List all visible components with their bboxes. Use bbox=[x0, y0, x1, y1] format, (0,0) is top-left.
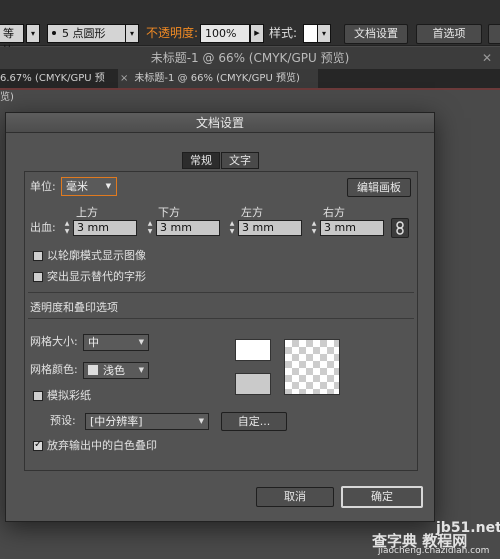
opacity-label[interactable]: 不透明度: bbox=[146, 24, 198, 43]
prefs-button[interactable]: 首选项 bbox=[416, 24, 482, 44]
transparency-grid-preview bbox=[284, 339, 340, 395]
custom-button[interactable]: 自定... bbox=[221, 412, 287, 431]
chain-link-icon bbox=[396, 221, 404, 235]
window-title-bar: 未标题-1 @ 66% (CMYK/GPU 预览) ✕ bbox=[0, 47, 500, 69]
cancel-button[interactable]: 取消 bbox=[256, 487, 334, 507]
highlight-glyphs-checkbox[interactable] bbox=[33, 272, 43, 282]
grid-color-dropdown[interactable]: 浅色 ▼ bbox=[83, 362, 149, 379]
section-divider bbox=[28, 318, 414, 319]
chevron-down-icon: ▼ bbox=[198, 417, 204, 425]
document-tabs: 6.67% (CMYK/GPU 预览) × 未标题-1 @ 66% (CMYK/G… bbox=[0, 69, 500, 103]
grid-size-label: 网格大小: bbox=[30, 335, 78, 348]
brush-dot-icon bbox=[52, 31, 56, 35]
transparency-section-title: 透明度和叠印选项 bbox=[30, 301, 118, 314]
unit-dropdown[interactable]: 毫米 ▼ bbox=[61, 177, 117, 196]
unit-value: 毫米 bbox=[66, 180, 88, 193]
brush-dropdown[interactable]: 5 点圆形 bbox=[47, 24, 137, 43]
bleed-left-input[interactable]: 3 mm bbox=[238, 220, 302, 236]
discard-white-label: 放弃输出中的白色叠印 bbox=[47, 439, 157, 452]
bleed-label: 出血: bbox=[30, 221, 56, 234]
grid-color-swatch-light[interactable] bbox=[235, 339, 271, 361]
tab-type[interactable]: 文字 bbox=[221, 152, 259, 169]
doc-tab-2[interactable]: × 未标题-1 @ 66% (CMYK/GPU 预览) bbox=[118, 69, 318, 88]
section-divider bbox=[28, 292, 414, 293]
artboard-edge bbox=[0, 88, 500, 90]
style-label: 样式: bbox=[269, 26, 298, 40]
unit-label: 单位: bbox=[30, 180, 56, 193]
grid-color-swatch-dark[interactable] bbox=[235, 373, 271, 395]
preset-label: 预设: bbox=[50, 414, 76, 427]
opacity-arrow[interactable]: ▶ bbox=[250, 24, 264, 43]
control-bar: 等比 ▾ 5 点圆形 ▾ 不透明度: 100% ▶ 样式: ▾ 文档设置 首选项 bbox=[0, 0, 500, 57]
watermark-url: jiaocheng.chazidian.com bbox=[378, 546, 490, 556]
color-swatch bbox=[88, 365, 98, 375]
preset-value: [中分辨率] bbox=[90, 415, 143, 428]
grid-color-label: 网格颜色: bbox=[30, 363, 78, 376]
tab-general[interactable]: 常规 bbox=[182, 152, 220, 169]
discard-white-checkbox[interactable] bbox=[33, 439, 43, 451]
outline-mode-label: 以轮廓模式显示图像 bbox=[47, 249, 146, 262]
bleed-left-stepper[interactable]: ▲ ▼ bbox=[227, 220, 237, 236]
close-icon[interactable]: ✕ bbox=[482, 47, 492, 69]
doc-tab-1[interactable]: 6.67% (CMYK/GPU 预览) bbox=[0, 69, 116, 103]
grid-color-value: 浅色 bbox=[103, 364, 125, 377]
dialog-title: 文档设置 bbox=[6, 113, 434, 133]
doc-tab-label: 未标题-1 @ 66% (CMYK/GPU 预览) bbox=[134, 73, 300, 84]
bleed-top-input[interactable]: 3 mm bbox=[73, 220, 137, 236]
simulate-paper-label: 模拟彩纸 bbox=[47, 389, 91, 402]
grid-size-dropdown[interactable]: 中 ▼ bbox=[83, 334, 149, 351]
style-dropdown-arrow[interactable]: ▾ bbox=[317, 24, 331, 43]
ratio-dropdown-arrow[interactable]: ▾ bbox=[26, 24, 40, 43]
window-title: 未标题-1 @ 66% (CMYK/GPU 预览) bbox=[150, 51, 350, 65]
preset-dropdown[interactable]: [中分辨率] ▼ bbox=[85, 413, 209, 430]
brush-dropdown-arrow[interactable]: ▾ bbox=[125, 24, 139, 43]
bleed-top-stepper[interactable]: ▲ ▼ bbox=[62, 220, 72, 236]
chevron-down-icon: ▼ bbox=[138, 338, 144, 346]
bleed-right-input[interactable]: 3 mm bbox=[320, 220, 384, 236]
document-setup-dialog: 文档设置 常规 文字 单位: 毫米 ▼ 编辑画板 上方 下方 左方 右方 出血:… bbox=[5, 112, 435, 522]
bleed-right-stepper[interactable]: ▲ ▼ bbox=[309, 220, 319, 236]
doc-setup-button[interactable]: 文档设置 bbox=[344, 24, 408, 44]
highlight-glyphs-label: 突出显示替代的字形 bbox=[47, 270, 146, 283]
chevron-down-icon: ▼ bbox=[105, 182, 111, 190]
ok-button[interactable]: 确定 bbox=[341, 486, 423, 508]
simulate-paper-checkbox[interactable] bbox=[33, 391, 43, 401]
link-bleed-button[interactable] bbox=[391, 218, 409, 238]
outline-mode-checkbox[interactable] bbox=[33, 251, 43, 261]
bleed-bottom-stepper[interactable]: ▲ ▼ bbox=[145, 220, 155, 236]
bleed-bottom-input[interactable]: 3 mm bbox=[156, 220, 220, 236]
opacity-input[interactable]: 100% bbox=[200, 24, 250, 43]
chevron-down-icon: ▼ bbox=[138, 366, 144, 374]
more-button[interactable] bbox=[488, 24, 500, 44]
edit-artboard-button[interactable]: 编辑画板 bbox=[347, 178, 411, 197]
ratio-dropdown[interactable]: 等比 bbox=[0, 24, 24, 57]
tab-close-icon[interactable]: × bbox=[120, 73, 128, 84]
grid-size-value: 中 bbox=[88, 336, 99, 349]
brush-label: 5 点圆形 bbox=[62, 27, 106, 40]
